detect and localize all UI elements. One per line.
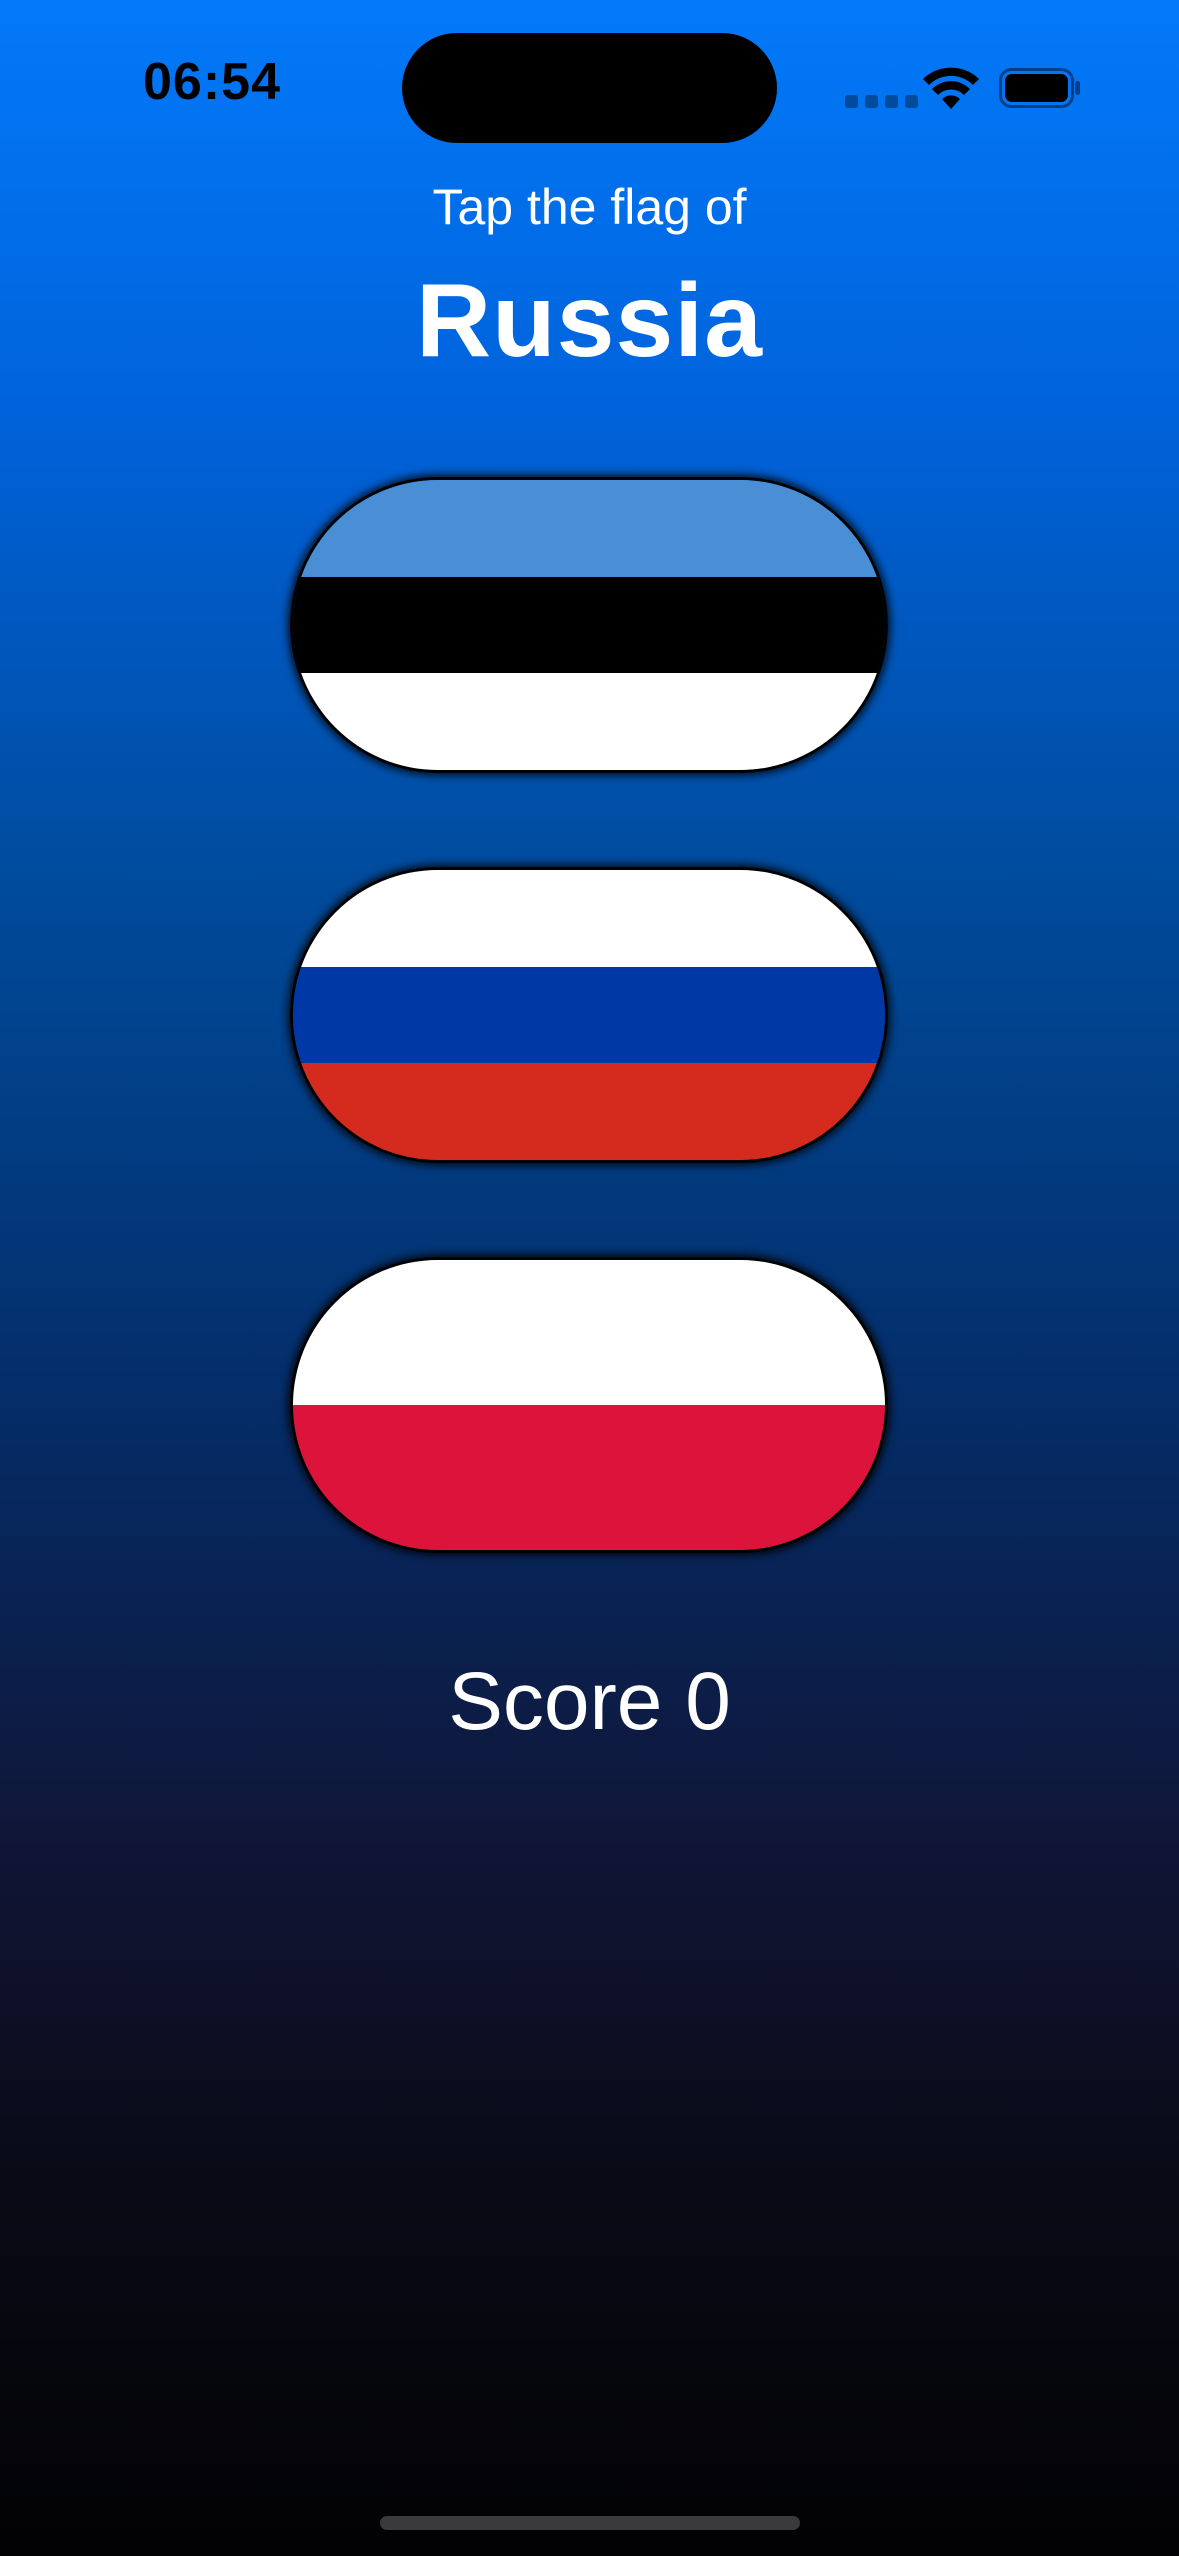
prompt-label: Tap the flag of — [432, 179, 747, 235]
dynamic-island — [402, 33, 777, 143]
score-value: 0 — [685, 1656, 731, 1747]
flag-stripe — [293, 1260, 885, 1405]
flag-stripe — [293, 1405, 885, 1550]
status-bar-time: 06:54 — [143, 53, 281, 111]
country-name: Russia — [415, 263, 764, 379]
flag-stripe — [293, 870, 885, 967]
flag-button-estonia[interactable] — [290, 477, 888, 773]
home-indicator[interactable] — [380, 2516, 800, 2530]
score-label: Score — [448, 1656, 663, 1747]
battery-icon — [999, 68, 1080, 108]
flag-stripe — [293, 480, 885, 577]
flag-button-russia[interactable] — [290, 867, 888, 1163]
cellular-signal-icon — [845, 95, 918, 108]
flag-stripe — [293, 1063, 885, 1160]
flag-stripe — [293, 966, 885, 1064]
flag-button-poland[interactable] — [290, 1257, 888, 1553]
flag-stripe — [293, 576, 885, 674]
wifi-icon — [923, 67, 979, 109]
score-text: Score 0 — [0, 1655, 1179, 1749]
flag-stripe — [293, 673, 885, 770]
